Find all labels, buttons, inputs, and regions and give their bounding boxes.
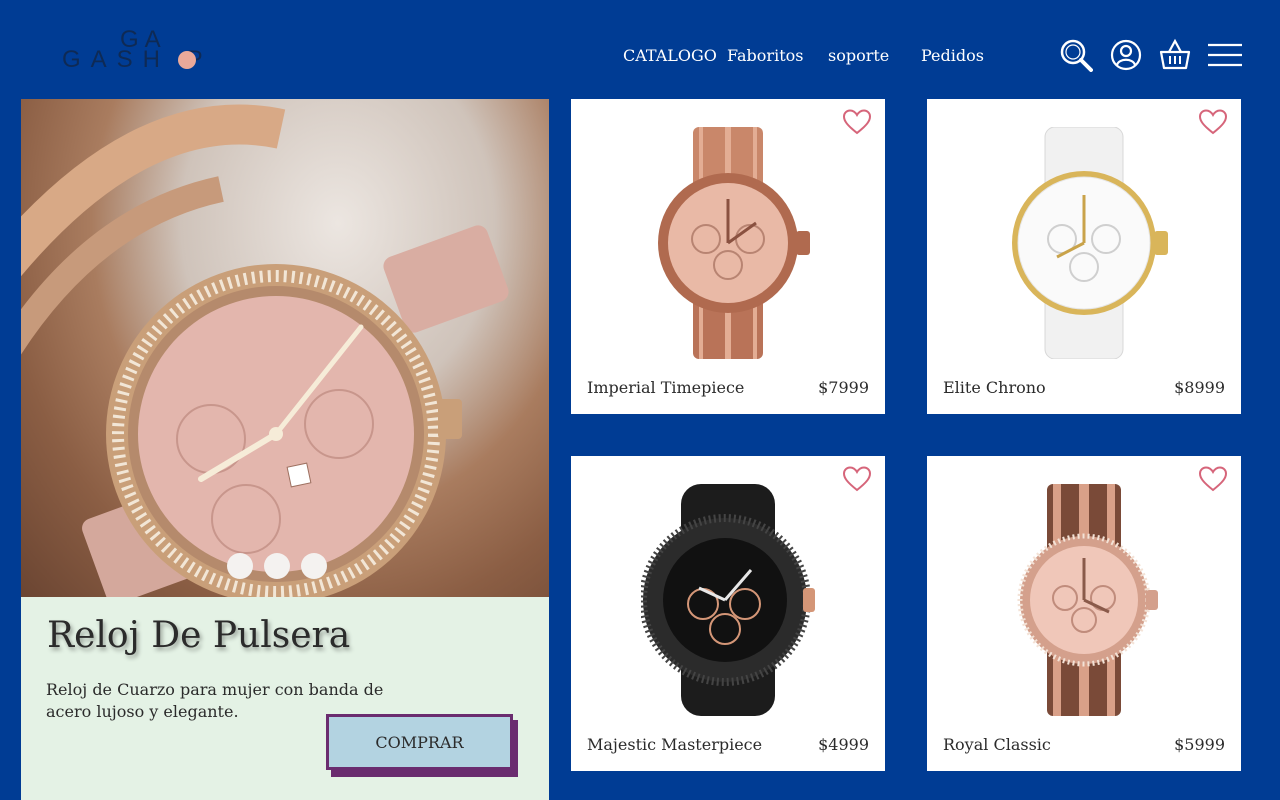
- product-image: [1012, 127, 1168, 359]
- product-price: $8999: [1174, 378, 1225, 397]
- heart-icon[interactable]: [843, 109, 871, 135]
- buy-button[interactable]: COMPRAR: [326, 714, 513, 770]
- product-price: $7999: [818, 378, 869, 397]
- nav-item-faboritos[interactable]: Faboritos: [727, 46, 803, 65]
- product-image: [658, 127, 810, 359]
- hero-banner: Reloj De Pulsera Reloj de Cuarzo para mu…: [21, 99, 549, 800]
- product-name[interactable]: Elite Chrono: [943, 378, 1046, 397]
- nav-item-soporte[interactable]: soporte: [828, 46, 889, 65]
- product-card[interactable]: Elite Chrono $8999: [927, 99, 1241, 414]
- hero-info-panel: Reloj De Pulsera Reloj de Cuarzo para mu…: [21, 597, 549, 800]
- menu-icon[interactable]: [1207, 42, 1243, 68]
- basket-icon[interactable]: [1158, 38, 1192, 72]
- product-card[interactable]: Imperial Timepiece $7999: [571, 99, 885, 414]
- hero-title: Reloj De Pulsera: [47, 615, 351, 656]
- product-price: $4999: [818, 735, 869, 754]
- heart-icon[interactable]: [843, 466, 871, 492]
- carousel-dot-3[interactable]: [301, 553, 327, 579]
- carousel-dot-1[interactable]: [227, 553, 253, 579]
- hero-image: [21, 99, 549, 597]
- product-name[interactable]: Imperial Timepiece: [587, 378, 744, 397]
- user-icon[interactable]: [1110, 39, 1142, 71]
- product-name[interactable]: Majestic Masterpiece: [587, 735, 762, 754]
- heart-icon[interactable]: [1199, 109, 1227, 135]
- carousel-dots: [227, 553, 327, 579]
- brand-logo[interactable]: GA GASH P: [62, 26, 232, 74]
- carousel-dot-2[interactable]: [264, 553, 290, 579]
- product-name[interactable]: Royal Classic: [943, 735, 1051, 754]
- search-icon[interactable]: [1059, 38, 1093, 72]
- product-image: [641, 484, 815, 716]
- nav-item-pedidos[interactable]: Pedidos: [921, 46, 984, 65]
- brand-logo-dot: [178, 51, 196, 69]
- product-price: $5999: [1174, 735, 1225, 754]
- hero-watch-illustration: [21, 104, 509, 597]
- product-image: [1017, 484, 1158, 716]
- product-card[interactable]: Majestic Masterpiece $4999: [571, 456, 885, 771]
- nav-item-catalogo[interactable]: CATALOGO: [623, 46, 717, 65]
- heart-icon[interactable]: [1199, 466, 1227, 492]
- product-card[interactable]: Royal Classic $5999: [927, 456, 1241, 771]
